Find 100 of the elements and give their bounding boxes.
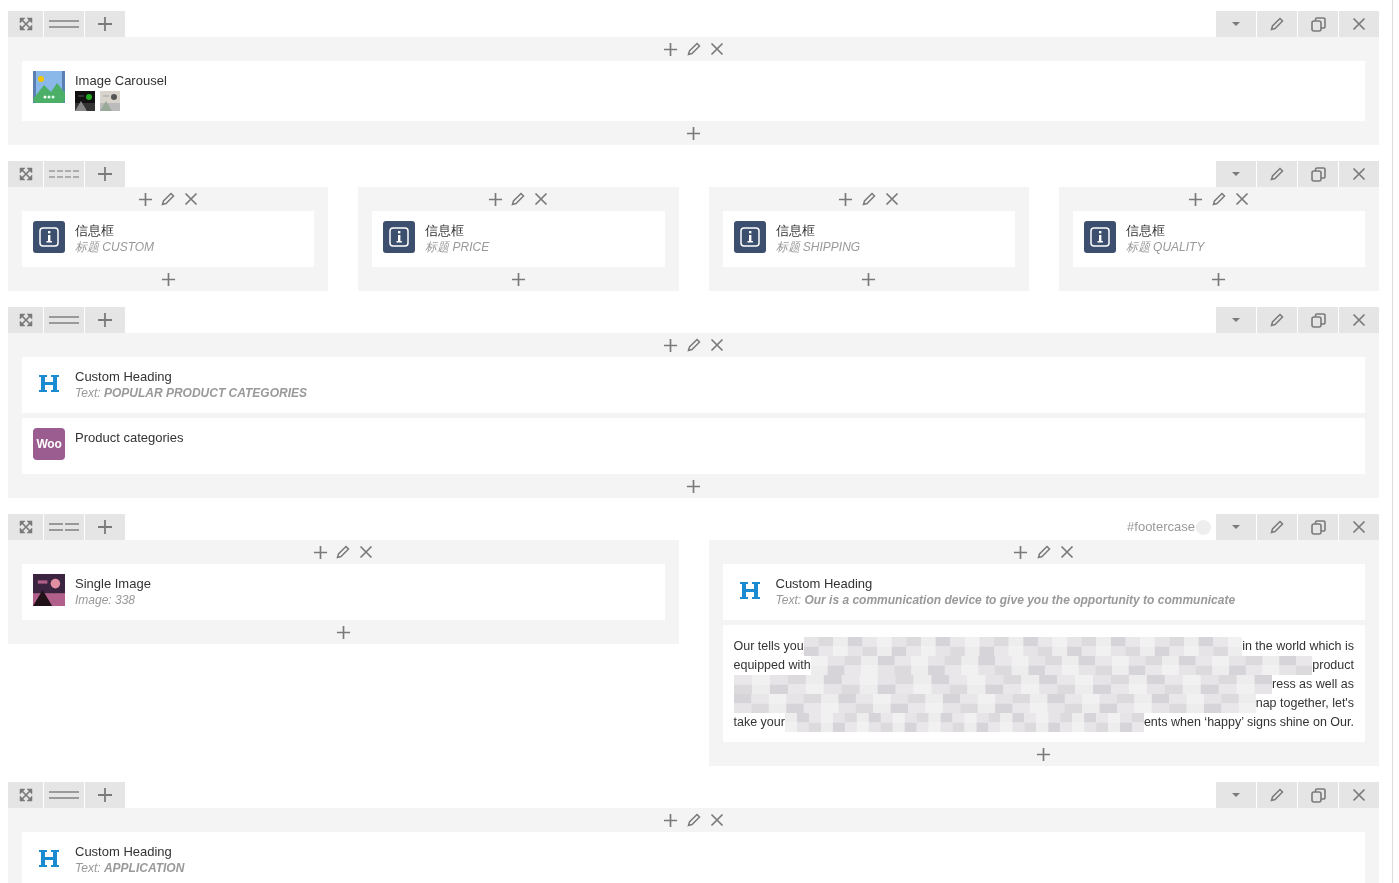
- toggle-button[interactable]: [1216, 307, 1256, 333]
- text-line: ents when ‘happy’ signs shine on Our.: [1143, 714, 1354, 731]
- close-icon: [1352, 520, 1366, 534]
- close-icon: [1234, 192, 1249, 206]
- four-column-layout-icon: [49, 168, 79, 180]
- delete-row-button[interactable]: [1339, 161, 1379, 187]
- element-card[interactable]: Single Image Image: 338: [22, 564, 665, 620]
- plus-icon: [312, 544, 328, 560]
- move-button[interactable]: [8, 307, 43, 333]
- clone-row-button[interactable]: [1298, 161, 1338, 187]
- element-title: Custom Heading: [775, 576, 874, 592]
- plus-icon: [663, 41, 678, 57]
- move-button[interactable]: [8, 782, 43, 808]
- add-column-button[interactable]: [85, 161, 125, 187]
- add-column-button[interactable]: [85, 514, 125, 540]
- text-line: nap together, let's: [1255, 695, 1354, 712]
- element-card[interactable]: 信息框 标题 QUALITY: [1072, 211, 1365, 267]
- row-id-label: #footercase: [1127, 518, 1195, 537]
- pencil-icon: [686, 42, 701, 56]
- clone-row-button[interactable]: [1298, 782, 1338, 808]
- info-icon: [1083, 221, 1116, 253]
- caret-icon: [1232, 22, 1240, 26]
- element-title: 信息框: [425, 223, 466, 239]
- element-card[interactable]: Woo Product categories: [22, 418, 1365, 474]
- clone-row-button[interactable]: [1298, 514, 1338, 540]
- image-carousel-icon: [33, 71, 65, 103]
- copy-icon: [1310, 166, 1326, 182]
- toggle-button[interactable]: [1216, 11, 1256, 37]
- plus-icon: [97, 519, 113, 535]
- plus-icon: [137, 191, 153, 207]
- expand-icon: [18, 520, 33, 534]
- pencil-icon: [861, 192, 876, 206]
- close-icon: [1352, 313, 1366, 327]
- element-title: Image Carousel: [75, 73, 167, 89]
- pencil-icon: [336, 545, 351, 559]
- pencil-icon: [1270, 520, 1284, 534]
- plus-icon: [663, 812, 678, 828]
- element-card[interactable]: Custom Heading Text: POPULAR PRODUCT CATEGORIES: [22, 357, 1365, 413]
- plus-icon: [487, 191, 503, 207]
- edit-row-button[interactable]: [1257, 514, 1297, 540]
- delete-row-button[interactable]: [1339, 11, 1379, 37]
- single-column-layout-icon: [49, 18, 79, 30]
- toggle-button[interactable]: [1216, 514, 1256, 540]
- text-line: take your: [733, 714, 785, 731]
- edit-row-button[interactable]: [1257, 782, 1297, 808]
- plus-icon: [1188, 191, 1204, 207]
- layout-button[interactable]: [44, 514, 84, 540]
- woo-logo: Woo: [33, 428, 65, 460]
- plus-icon: [686, 125, 701, 141]
- element-subtitle: 标题 QUALITY: [1125, 239, 1205, 255]
- element-title: Single Image: [75, 576, 151, 592]
- clone-row-button[interactable]: [1298, 307, 1338, 333]
- element-subtitle: Text: APPLICATION: [75, 860, 185, 876]
- move-button[interactable]: [8, 11, 43, 37]
- element-subtitle: 标题 SHIPPING: [775, 239, 861, 255]
- caret-icon: [1232, 525, 1240, 529]
- delete-row-button[interactable]: [1339, 782, 1379, 808]
- edit-row-button[interactable]: [1257, 161, 1297, 187]
- toggle-button[interactable]: [1216, 161, 1256, 187]
- edit-row-button[interactable]: [1257, 11, 1297, 37]
- expand-icon: [18, 167, 33, 181]
- copy-icon: [1310, 312, 1326, 328]
- move-button[interactable]: [8, 161, 43, 187]
- expand-icon: [18, 313, 33, 327]
- element-subtitle: 标题 PRICE: [425, 239, 490, 255]
- close-icon: [1059, 545, 1074, 559]
- close-icon: [534, 192, 549, 206]
- info-icon: [733, 221, 766, 253]
- pencil-icon: [686, 338, 701, 352]
- add-column-button[interactable]: [85, 782, 125, 808]
- plus-icon: [97, 166, 113, 182]
- expand-icon: [18, 17, 33, 31]
- add-column-button[interactable]: [85, 11, 125, 37]
- element-card[interactable]: Image Carousel: [22, 61, 1365, 121]
- layout-button[interactable]: [44, 11, 84, 37]
- delete-row-button[interactable]: [1339, 514, 1379, 540]
- layout-button[interactable]: [44, 782, 84, 808]
- toggle-button[interactable]: [1216, 782, 1256, 808]
- add-column-button[interactable]: [85, 307, 125, 333]
- single-column-layout-icon: [49, 789, 79, 801]
- layout-button[interactable]: [44, 161, 84, 187]
- element-title: 信息框: [75, 223, 115, 239]
- move-button[interactable]: [8, 514, 43, 540]
- clone-row-button[interactable]: [1298, 11, 1338, 37]
- element-card[interactable]: Custom Heading Text: APPLICATION: [22, 832, 1365, 883]
- expand-icon: [18, 788, 33, 802]
- layout-button[interactable]: [44, 307, 84, 333]
- element-card[interactable]: 信息框 标题 CUSTOM: [22, 211, 315, 267]
- pencil-icon: [511, 192, 526, 206]
- element-card[interactable]: 信息框 标题 SHIPPING: [722, 211, 1015, 267]
- close-icon: [359, 545, 374, 559]
- pencil-icon: [161, 192, 176, 206]
- delete-row-button[interactable]: [1339, 307, 1379, 333]
- element-card[interactable]: Custom Heading Text: Our is a communication device to give you the opportunity to communicate: [722, 564, 1365, 620]
- edit-row-button[interactable]: [1257, 307, 1297, 333]
- pencil-icon: [1270, 17, 1284, 31]
- element-card[interactable]: 信息框 标题 PRICE: [372, 211, 665, 267]
- plus-icon: [160, 271, 176, 287]
- plus-icon: [97, 312, 113, 328]
- plus-icon: [686, 478, 701, 494]
